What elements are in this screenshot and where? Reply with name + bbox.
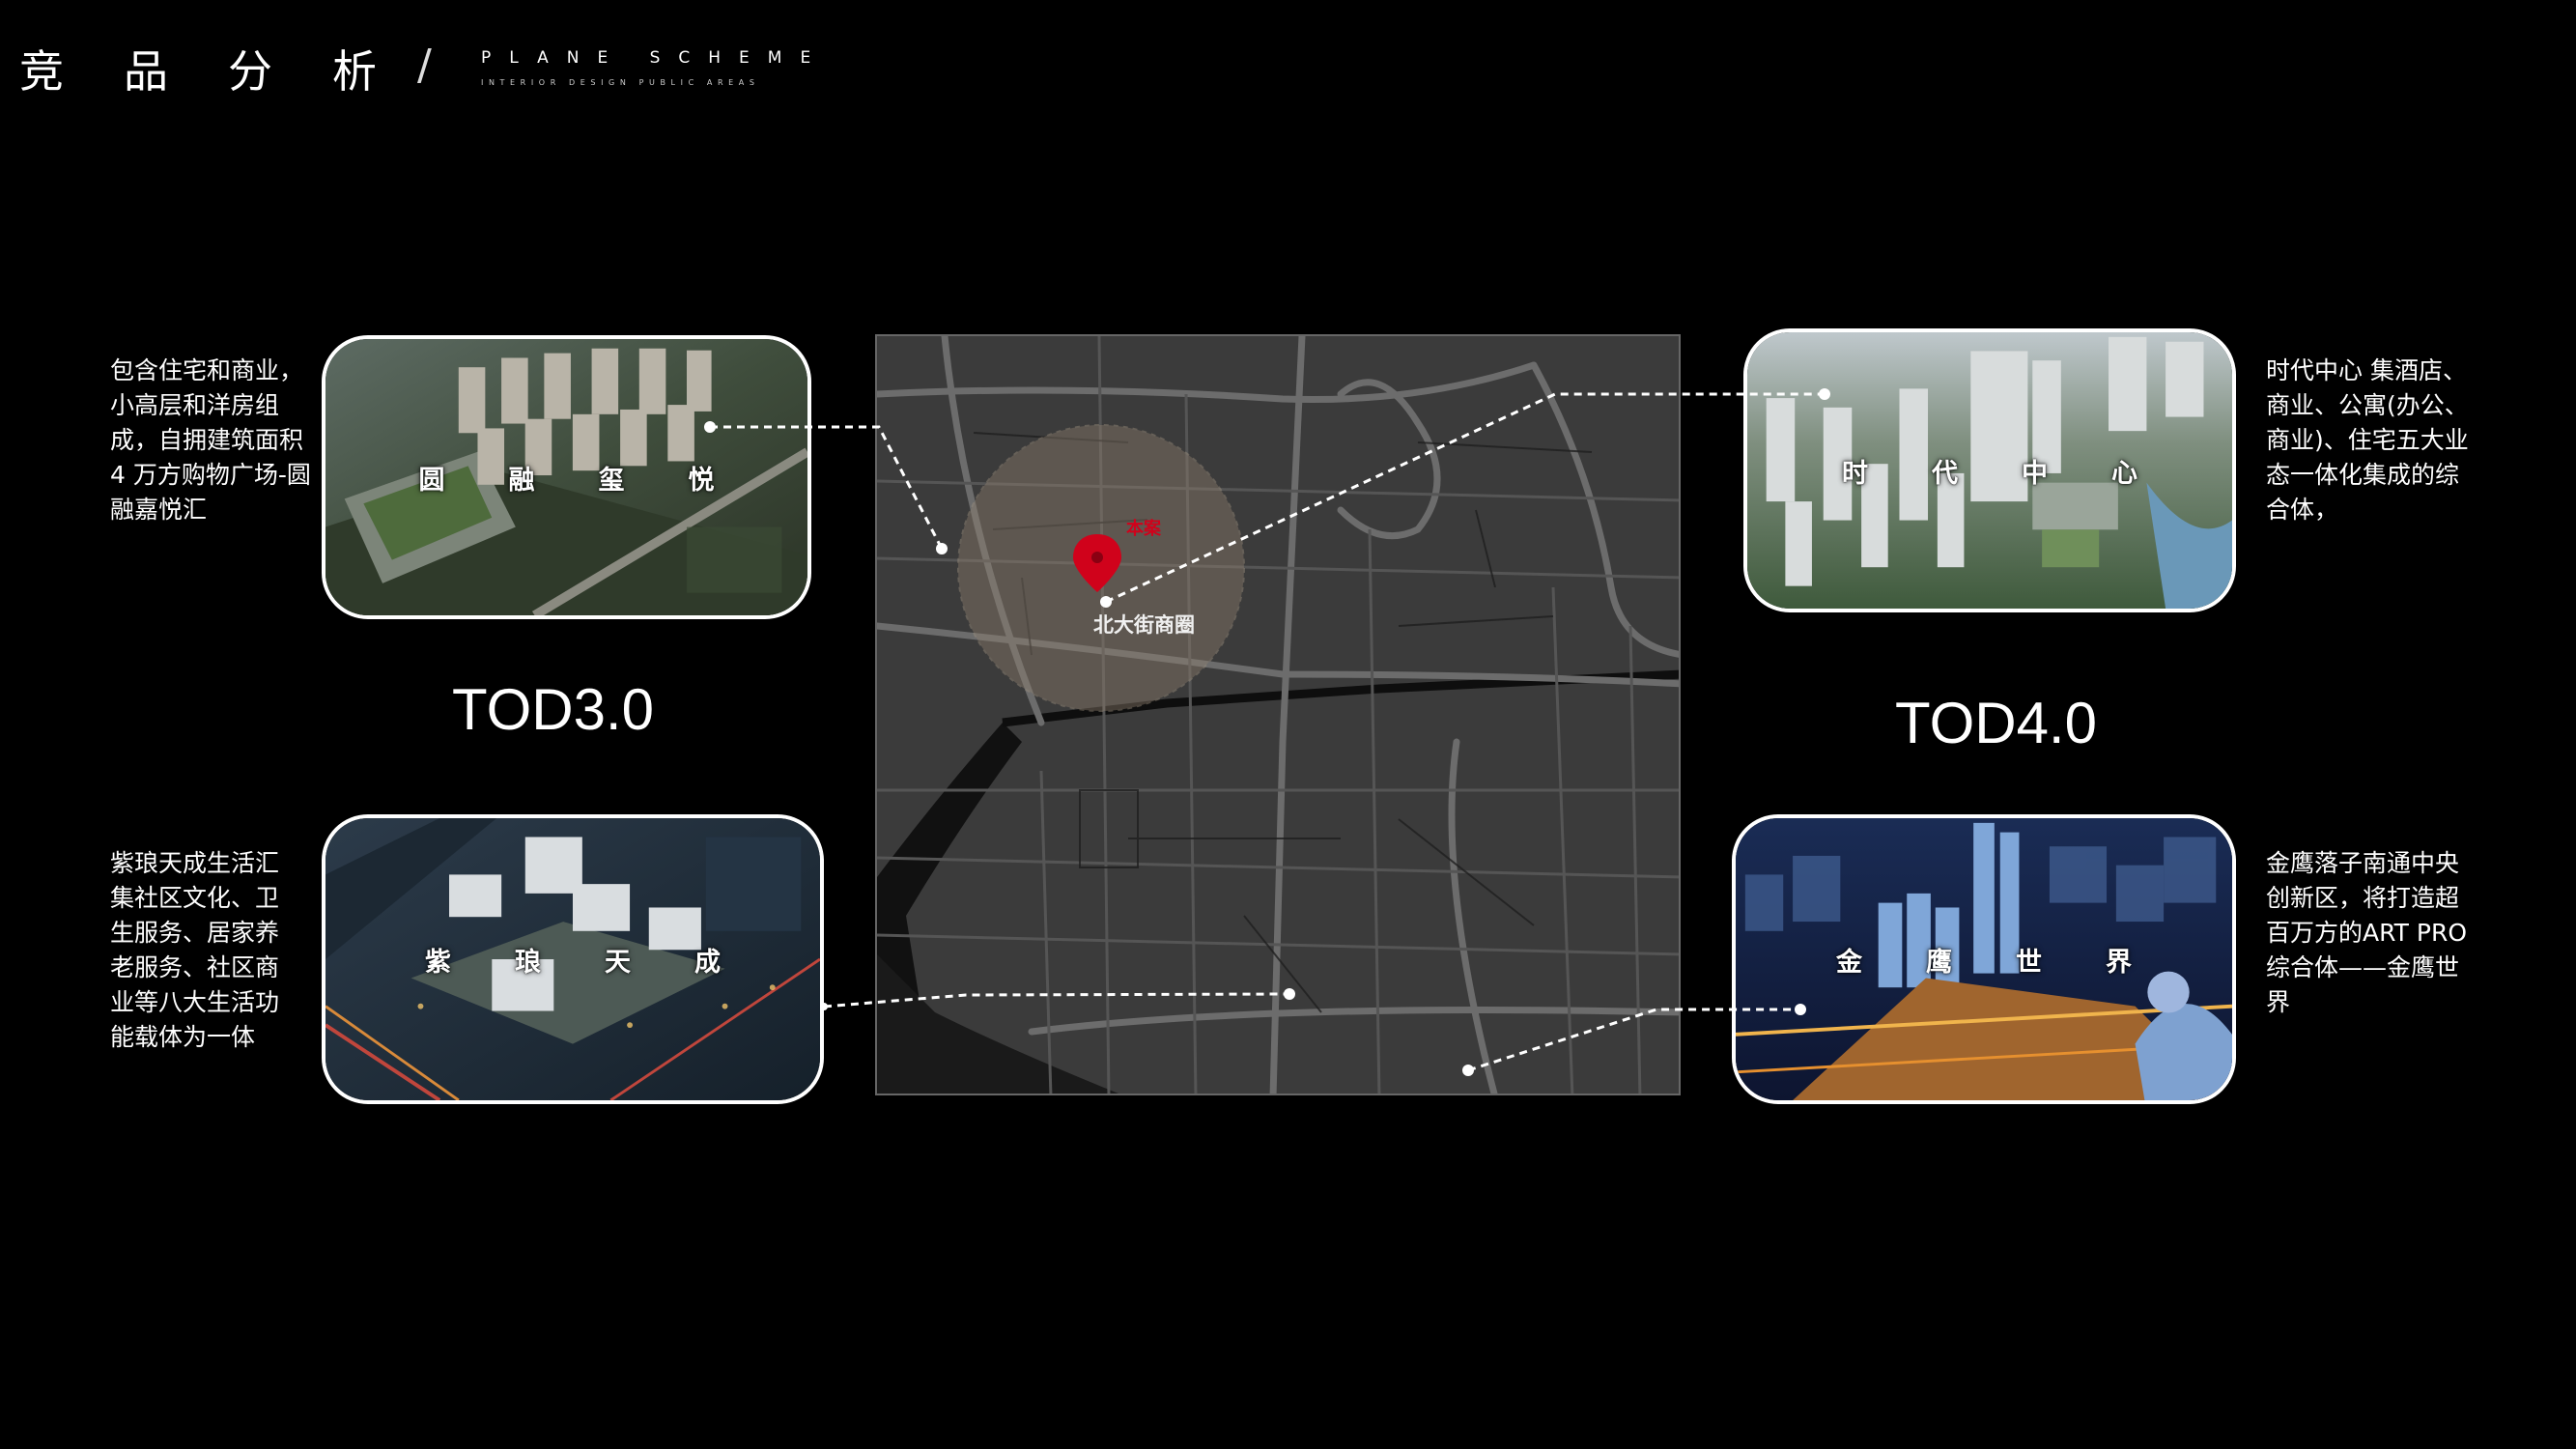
project-image-zilang	[326, 818, 820, 1100]
project-image-yuanrong	[326, 339, 807, 615]
district-label: 北大街商圈	[1093, 613, 1195, 637]
area-map[interactable]: 本案 北大街商圈	[875, 334, 1681, 1095]
tod-label-right: TOD4.0	[1895, 691, 2097, 755]
project-image-shidai	[1747, 332, 2232, 609]
page-title-en: PLANE SCHEME	[481, 48, 830, 68]
project-card-yuanrong[interactable]: 圆融玺悦	[322, 335, 811, 619]
project-card-zilang[interactable]: 紫琅天成	[322, 814, 824, 1104]
project-desc-jinying: 金鹰落子南通中央创新区，将打造超百万方的ART PRO综合体——金鹰世界	[2266, 849, 2467, 1016]
page-title: 竞品分析	[19, 45, 437, 98]
project-card-jinying[interactable]: 金鹰世界	[1732, 814, 2236, 1104]
project-desc-shidai: 时代中心 集酒店、商业、公寓(办公、商业)、住宅五大业态一体化集成的综合体，	[2266, 356, 2469, 524]
project-desc-yuanrong: 包含住宅和商业，小高层和洋房组成，自拥建筑面积4 万方购物广场-圆融嘉悦汇	[110, 356, 311, 524]
project-card-shidai[interactable]: 时代中心	[1743, 328, 2236, 612]
project-desc-zilang: 紫琅天成生活汇集社区文化、卫生服务、居家养老服务、社区商业等八大生活功能载体为一…	[110, 849, 280, 1051]
tod-label-left: TOD3.0	[452, 677, 654, 742]
page-subtitle-en: INTERIOR DESIGN PUBLIC AREAS	[481, 78, 760, 87]
project-image-jinying	[1736, 818, 2232, 1100]
project-marker-label: 本案	[1126, 518, 1162, 539]
map-graphic: 本案 北大街商圈	[877, 336, 1679, 1094]
title-separator: /	[417, 41, 432, 90]
